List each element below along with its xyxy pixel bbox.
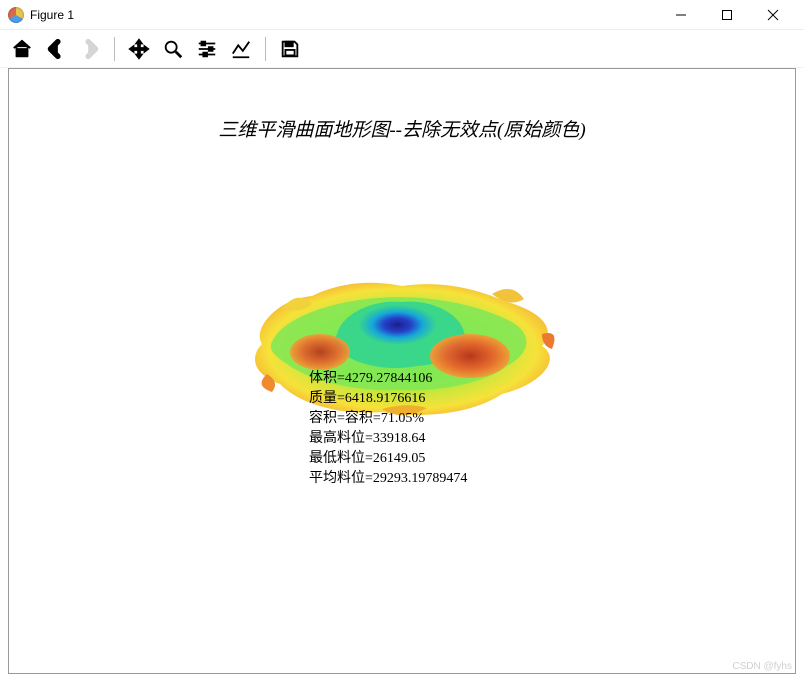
watermark: CSDN @fyhs	[732, 661, 792, 672]
stat-min-level: 最低料位=26149.05	[309, 449, 467, 469]
back-button[interactable]	[40, 33, 72, 65]
app-icon	[8, 7, 24, 23]
titlebar: Figure 1	[0, 0, 804, 30]
window-title: Figure 1	[30, 8, 74, 22]
stat-max-level: 最高料位=33918.64	[309, 429, 467, 449]
configure-subplots-button[interactable]	[191, 33, 223, 65]
stat-mass: 质量=6418.9176616	[309, 389, 467, 409]
toolbar-separator-2	[265, 37, 266, 61]
home-button[interactable]	[6, 33, 38, 65]
toolbar	[0, 30, 804, 68]
close-button[interactable]	[750, 0, 796, 30]
zoom-button[interactable]	[157, 33, 189, 65]
toolbar-separator	[114, 37, 115, 61]
chart-title: 三维平滑曲面地形图--去除无效点(原始颜色)	[9, 115, 795, 142]
pan-button[interactable]	[123, 33, 155, 65]
stat-volume: 体积=4279.27844106	[309, 369, 467, 389]
stat-avg-level: 平均料位=29293.19789474	[309, 469, 467, 489]
forward-button[interactable]	[74, 33, 106, 65]
maximize-button[interactable]	[704, 0, 750, 30]
save-button[interactable]	[274, 33, 306, 65]
stats-block: 体积=4279.27844106 质量=6418.9176616 容积=容积=7…	[309, 369, 467, 489]
minimize-button[interactable]	[658, 0, 704, 30]
plot-canvas[interactable]: 三维平滑曲面地形图--去除无效点(原始颜色)	[8, 68, 796, 674]
edit-axes-button[interactable]	[225, 33, 257, 65]
window-controls	[658, 0, 796, 30]
stat-capacity: 容积=容积=71.05%	[309, 409, 467, 429]
